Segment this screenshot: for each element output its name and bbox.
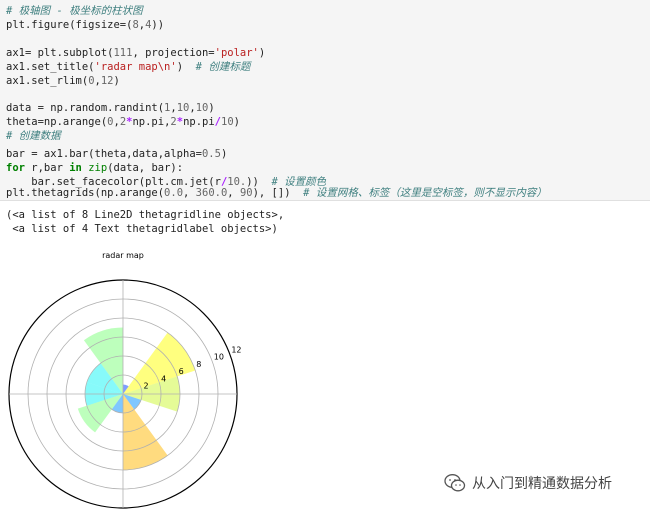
polar-bars xyxy=(77,327,196,470)
code-line-5: ax1.set_title('radar map\n') # 创建标题 xyxy=(6,61,251,73)
chart-title: radar map xyxy=(102,251,144,260)
radial-tick-label-4: 4 xyxy=(161,374,166,383)
output-line-2: <a list of 4 Text thetagridlabel objects… xyxy=(6,223,278,235)
radial-tick-label-10: 10 xyxy=(214,353,224,362)
code-line-6: ax1.set_rlim(0,12) xyxy=(6,75,120,87)
code-line-10: # 创建数据 xyxy=(6,130,61,142)
code-line-2: plt.figure(figsize=(8,4)) xyxy=(6,19,165,31)
code-line-13: for r,bar in zip(data, bar): xyxy=(6,162,184,174)
code-line-8: data = np.random.randint(1,10,10) xyxy=(6,102,215,114)
radial-tick-label-6: 6 xyxy=(179,367,184,376)
radial-tick-label-8: 8 xyxy=(196,360,201,369)
watermark: 从入门到精通数据分析 xyxy=(444,472,612,494)
radial-tick-label-12: 12 xyxy=(231,345,241,354)
code-line-4: ax1= plt.subplot(111, projection='polar'… xyxy=(6,47,266,59)
code-line-12: bar = ax1.bar(theta,data,alpha=0.5) xyxy=(6,148,228,160)
watermark-text: 从入门到精通数据分析 xyxy=(472,476,612,492)
code-line-15: plt.thetagrids(np.arange(0.0, 360.0, 90)… xyxy=(6,187,547,199)
output-line-1: (<a list of 8 Line2D thetagridline objec… xyxy=(6,209,285,221)
wechat-icon xyxy=(444,474,466,492)
radial-tick-label-2: 2 xyxy=(144,382,149,391)
code-cell[interactable]: # 极轴图 - 极坐标的柱状图 plt.figure(figsize=(8,4)… xyxy=(0,0,650,201)
polar-chart: 2 4 6 8 10 12 xyxy=(8,279,242,509)
code-line-1: # 极轴图 - 极坐标的柱状图 xyxy=(6,5,143,17)
polar-grid xyxy=(8,279,238,509)
code-line-9: theta=np.arange(0,2*np.pi,2*np.pi/10) xyxy=(6,116,240,128)
